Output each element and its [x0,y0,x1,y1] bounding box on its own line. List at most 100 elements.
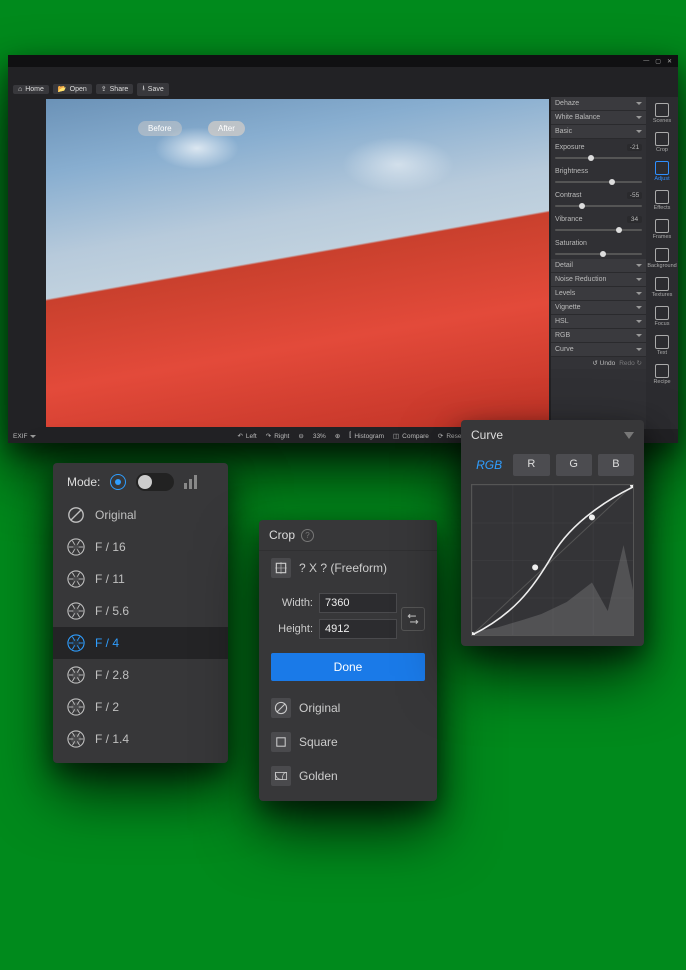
aperture-f14[interactable]: F / 1.4 [53,723,228,755]
crop-preset-square[interactable]: Square [259,725,437,759]
aperture-icon [67,666,85,684]
rail-item-recipe[interactable]: Recipe [649,362,675,387]
share-button[interactable]: ⇪ Share [96,84,134,94]
aperture-f2[interactable]: F / 2 [53,691,228,723]
menu-bar [8,67,678,81]
adj-section-curve[interactable]: Curve [551,343,646,357]
filter-icon[interactable] [624,432,634,439]
golden-icon [271,766,291,786]
adj-section-dehaze[interactable]: Dehaze [551,97,646,111]
mode-radial-icon[interactable] [110,474,126,490]
curve-chart[interactable] [471,484,634,636]
info-icon[interactable]: ? [301,529,314,542]
done-button[interactable]: Done [271,653,425,681]
rotate-right-button[interactable]: ↷ Right [266,432,290,440]
rail-item-focus[interactable]: Focus [649,304,675,329]
rail-item-background[interactable]: Background [649,246,675,271]
home-button[interactable]: ⌂ Home [13,85,49,94]
crop-freeform-row[interactable]: ? X ? (Freeform) [259,551,437,585]
adj-section-vignette[interactable]: Vignette [551,301,646,315]
slider-knob[interactable] [588,155,594,161]
zoom-in-button[interactable]: ⊕ [335,432,340,440]
rotate-left-button[interactable]: ↶ Left [237,432,256,440]
slider-brightness[interactable] [555,179,642,185]
freeform-icon [271,558,291,578]
rail-item-adjust[interactable]: Adjust [649,159,675,184]
right-rail: Scenes Crop Adjust Effects Frames Background T… [646,97,678,429]
before-pill[interactable]: Before [138,121,182,136]
adj-section-rgb[interactable]: RGB [551,329,646,343]
adj-section-levels[interactable]: Levels [551,287,646,301]
after-pill[interactable]: After [208,121,245,136]
rail-item-text[interactable]: Text [649,333,675,358]
rail-label: Adjust [654,176,669,182]
width-input[interactable] [319,593,397,613]
adj-section-white balance[interactable]: White Balance [551,111,646,125]
exif-button[interactable]: EXIF [13,433,36,440]
home-label: Home [25,86,44,93]
aperture-label: F / 11 [95,572,125,586]
swap-dims-button[interactable] [401,607,425,631]
adj-section-detail[interactable]: Detail [551,259,646,273]
save-button[interactable]: ⭳ Save [137,83,168,96]
adj-section-noise reduction[interactable]: Noise Reduction [551,273,646,287]
text-icon [655,335,669,349]
slider-vibrance[interactable] [555,227,642,233]
aperture-label: F / 2.8 [95,668,129,682]
mode-toggle[interactable] [136,473,174,491]
aperture-icon [67,634,85,652]
share-label: Share [110,86,129,93]
rail-item-frames[interactable]: Frames [649,217,675,242]
rail-item-effects[interactable]: Effects [649,188,675,213]
curve-tab-g[interactable]: G [556,454,592,476]
slider-knob[interactable] [616,227,622,233]
slider-knob[interactable] [600,251,606,257]
aperture-original[interactable]: Original [53,499,228,531]
curve-tab-rgb[interactable]: RGB [471,454,507,476]
height-input[interactable] [319,619,397,639]
rail-item-crop[interactable]: Crop [649,130,675,155]
aperture-label: F / 5.6 [95,604,129,618]
window-close-icon[interactable]: ✕ [667,58,672,65]
background-icon [655,248,669,262]
curve-control-point[interactable] [589,514,595,520]
freeform-label: ? X ? (Freeform) [299,561,387,575]
slider-knob[interactable] [609,179,615,185]
rail-item-scenes[interactable]: Scenes [649,101,675,126]
open-button[interactable]: 📂 Open [53,84,92,94]
curve-tab-b[interactable]: B [598,454,634,476]
adj-section-basic[interactable]: Basic [551,125,646,139]
aperture-f56[interactable]: F / 5.6 [53,595,228,627]
curve-title: Curve [471,428,503,442]
crop-preset-golden[interactable]: Golden [259,759,437,793]
adjust-panel: DehazeWhite BalanceBasicExposure-21Brigh… [551,97,646,429]
undo-button[interactable]: ↺ Undo [592,359,615,367]
crop-preset-original[interactable]: Original [259,691,437,725]
adj-section-hsl[interactable]: HSL [551,315,646,329]
aperture-f11[interactable]: F / 11 [53,563,228,595]
slider-contrast[interactable] [555,203,642,209]
image-canvas[interactable]: Before After [46,99,549,427]
curve-tab-r[interactable]: R [513,454,549,476]
redo-button[interactable]: Redo ↻ [619,359,642,367]
aperture-f4[interactable]: F / 4 [53,627,228,659]
aperture-f28[interactable]: F / 2.8 [53,659,228,691]
rail-label: Frames [653,234,672,240]
compare-button[interactable]: ◫ Compare [393,432,429,440]
rail-label: Background [647,263,676,269]
zoom-out-button[interactable]: ⊖ [298,432,303,440]
window-min-icon[interactable]: — [643,58,649,64]
share-icon: ⇪ [101,85,107,93]
rail-item-textures[interactable]: Textures [649,275,675,300]
aperture-f16[interactable]: F / 16 [53,531,228,563]
window-max-icon[interactable]: ▢ [655,58,661,65]
slider-saturation[interactable] [555,251,642,257]
adj-value: -55 [627,192,642,199]
slider-knob[interactable] [579,203,585,209]
zoom-level[interactable]: 33% [313,432,326,440]
histogram-button[interactable]: ⫿ Histogram [349,432,384,440]
curve-control-point[interactable] [532,564,538,570]
compare-label: Compare [402,433,429,440]
mode-bars-icon[interactable] [184,475,198,489]
slider-exposure[interactable] [555,155,642,161]
